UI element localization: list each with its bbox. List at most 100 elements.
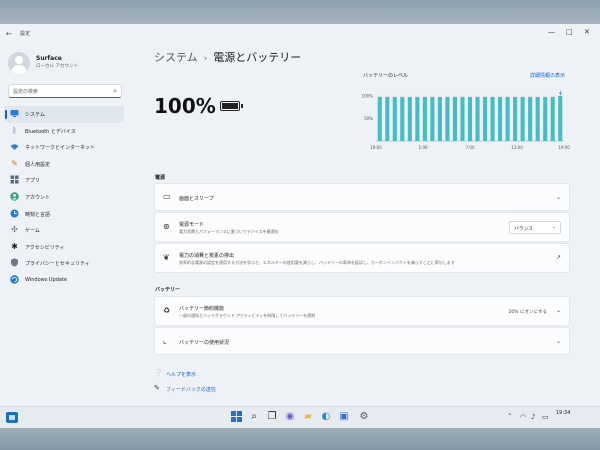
chevron-down-icon[interactable]: ⌄ — [556, 338, 561, 345]
sidebar-item-label: Bluetooth とデバイス — [25, 128, 76, 135]
sidebar-item-accessibility[interactable]: ✱ アクセシビリティ — [4, 239, 124, 256]
chart-bar — [392, 96, 397, 141]
power-mode-dropdown[interactable]: バランス ⌄ — [509, 221, 561, 234]
chevron-right-icon: › — [203, 54, 208, 64]
brush-icon: ✎ — [11, 158, 18, 168]
section-label-power: 電源 — [155, 175, 166, 181]
battery-icon[interactable]: ▭ — [542, 413, 549, 421]
x-tick-label: 7:00 — [466, 145, 475, 150]
minimize-icon[interactable]: — — [548, 28, 555, 36]
sidebar-item-label: ゲーム — [25, 228, 40, 235]
sidebar-item-time-language[interactable]: 時刻と言語 — [4, 206, 124, 223]
battery-saver-description: 一部の通知とバックグラウンド アクティビティを制限してバッテリーを節約 — [179, 313, 316, 318]
edge-icon[interactable]: ◐ — [320, 411, 332, 423]
chart-bar — [543, 96, 548, 141]
power-mode-card: ⊛ 電源モード 電力消費とパフォーマンスに基づいてデバイスを最適化 バランス ⌄ — [154, 212, 570, 242]
settings-icon[interactable]: ⚙ — [358, 411, 370, 423]
breadcrumb-parent[interactable]: システム — [154, 51, 198, 64]
details-link[interactable]: 詳細情報の表示 — [530, 72, 565, 79]
chat-icon[interactable]: ◉ — [284, 411, 296, 423]
file-explorer-icon[interactable]: ▰ — [302, 411, 314, 423]
chart-bar — [513, 96, 518, 141]
battery-saver-card[interactable]: ♻ バッテリー節約機能 一部の通知とバックグラウンド アクティビティを制限してバ… — [154, 296, 570, 326]
chart-bar — [460, 96, 465, 141]
sidebar-item-label: 時刻と言語 — [25, 211, 51, 218]
sidebar-item-gaming[interactable]: ✣ ゲーム — [4, 222, 124, 239]
account-type: ローカル アカウント — [36, 64, 78, 69]
chart-bar — [452, 96, 458, 141]
chart-bar — [422, 96, 427, 141]
window-title: 設定 — [20, 31, 31, 37]
x-tick-label: 19:00 — [370, 145, 382, 150]
chart-bar — [550, 96, 555, 141]
sidebar-item-label: ネットワークとインターネット — [25, 145, 96, 152]
chart-bar — [445, 96, 450, 141]
energy-title: 電力の消費と炭素の排出 — [179, 253, 235, 259]
sidebar-item-bluetooth[interactable]: ᛒ Bluetooth とデバイス — [4, 123, 124, 140]
wifi-icon — [10, 142, 19, 151]
sidebar-item-label: システム — [25, 112, 45, 118]
volume-icon[interactable]: ♪ — [531, 413, 535, 421]
sidebar-nav: システム ᛒ Bluetooth とデバイス ネットワークとインターネット ✎ … — [4, 106, 124, 289]
section-label-battery: バッテリー — [155, 287, 181, 293]
battery-charging-icon — [220, 101, 243, 111]
sidebar-item-network[interactable]: ネットワークとインターネット — [4, 139, 124, 156]
screen-sleep-card[interactable]: ▭ 画面とスリープ ⌄ — [154, 183, 570, 211]
task-view-icon[interactable]: ❐ — [266, 411, 278, 423]
back-arrow-icon[interactable]: ← — [6, 30, 12, 38]
chart-bar — [482, 96, 488, 141]
battery-saver-icon: ♻ — [163, 306, 171, 315]
chart-bar — [415, 96, 420, 141]
chevron-up-icon[interactable]: ˄ — [508, 413, 512, 421]
user-name: Surface — [36, 55, 62, 62]
sidebar-item-label: アクセシビリティ — [25, 244, 65, 251]
sidebar-item-windows-update[interactable]: Windows Update — [4, 272, 124, 289]
clock[interactable]: 19:34 — [556, 410, 570, 416]
search-icon[interactable]: ⌕ — [113, 87, 117, 96]
chevron-down-icon: ⌄ — [551, 224, 556, 230]
apps-icon — [10, 175, 19, 184]
chart-bar — [528, 96, 533, 141]
chart-bar — [498, 96, 503, 141]
feedback-link[interactable]: フィードバックの送信 — [166, 386, 216, 393]
sidebar-item-label: プライバシーとセキュリティ — [25, 261, 90, 268]
sidebar-item-personalization[interactable]: ✎ 個人用設定 — [4, 156, 124, 173]
chart-bar — [535, 96, 540, 141]
avatar[interactable] — [8, 52, 30, 74]
battery-usage-title: バッテリーの使用状況 — [179, 340, 230, 346]
y-tick-label: 100% — [362, 94, 374, 99]
shield-icon — [10, 258, 19, 267]
power-mode-title: 電源モード — [179, 222, 205, 228]
chart-bar — [430, 96, 435, 141]
widgets-icon[interactable] — [6, 412, 18, 423]
sidebar-item-system[interactable]: システム — [4, 106, 124, 123]
chevron-down-icon[interactable]: ⌄ — [556, 194, 561, 201]
x-tick-label: 1:00 — [419, 145, 428, 150]
screen-bezel-bottom — [0, 428, 600, 450]
x-tick-label: 19:00 — [558, 145, 570, 150]
maximize-icon[interactable]: □ — [566, 28, 573, 36]
energy-description: 効率的な電源の設定を適用する方法を学ぶと、エネルギーの使用量を減らし、バッテリー… — [179, 260, 455, 265]
chevron-down-icon[interactable]: ⌄ — [556, 307, 561, 314]
close-icon[interactable]: ✕ — [584, 28, 590, 36]
globe-clock-icon — [10, 209, 19, 218]
search-icon[interactable]: ⌕ — [248, 411, 260, 423]
energy-recommendations-card[interactable]: ❦ 電力の消費と炭素の排出 効率的な電源の設定を適用する方法を学ぶと、エネルギー… — [154, 243, 570, 273]
wifi-icon[interactable]: ◠ — [520, 413, 526, 421]
chart-bar — [385, 96, 390, 141]
external-link-icon[interactable]: ↗ — [556, 254, 561, 261]
store-icon[interactable]: ▣ — [338, 411, 350, 423]
battery-level-chart: 100% 50% 19:00 1:00 7:00 13:00 19:00 — [362, 90, 570, 150]
get-help-link[interactable]: ヘルプを表示 — [166, 371, 196, 378]
start-icon[interactable] — [230, 411, 242, 423]
power-mode-icon: ⊛ — [163, 222, 170, 231]
chart-bar — [400, 96, 405, 141]
accessibility-icon: ✱ — [11, 241, 18, 251]
search-input[interactable]: 設定の検索 ⌕ — [8, 84, 122, 98]
help-icon: ❔ — [154, 369, 163, 377]
battery-usage-card[interactable]: ⌞ バッテリーの使用状況 ⌄ — [154, 327, 570, 355]
sidebar-item-accounts[interactable]: アカウント — [4, 189, 124, 206]
sidebar-item-label: 個人用設定 — [25, 161, 51, 168]
sidebar-item-privacy[interactable]: プライバシーとセキュリティ — [4, 255, 124, 272]
sidebar-item-apps[interactable]: アプリ — [4, 172, 124, 189]
